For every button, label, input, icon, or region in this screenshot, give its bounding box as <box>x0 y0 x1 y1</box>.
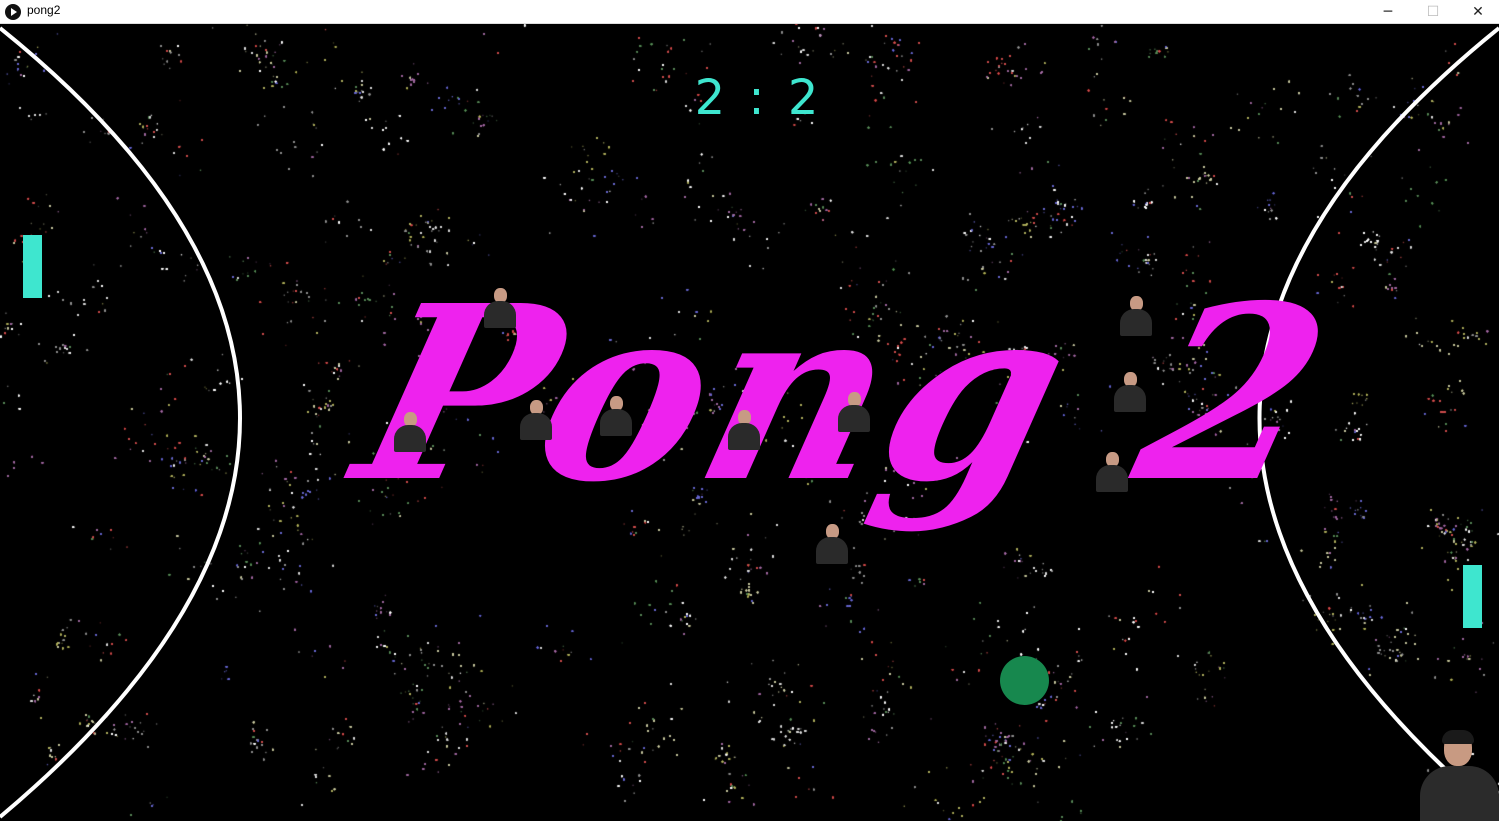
player-sprite <box>598 396 634 436</box>
window-titlebar: pong2 ─ ☐ ✕ <box>0 0 1499 24</box>
game-canvas[interactable]: 2 : 2 Pong 2 <box>0 24 1499 821</box>
window-title: pong2 <box>27 3 61 17</box>
minimize-button[interactable]: ─ <box>1365 0 1411 24</box>
webcam-player-overlay <box>1418 728 1499 821</box>
left-goal-arc <box>0 26 242 819</box>
player-sprite <box>482 288 518 328</box>
ball <box>1000 656 1049 705</box>
player-sprite <box>392 412 428 452</box>
app-play-icon <box>5 4 21 20</box>
player-sprite <box>726 410 762 450</box>
left-paddle[interactable] <box>23 235 42 298</box>
score-display: 2 : 2 <box>694 70 823 126</box>
player-sprite <box>518 400 554 440</box>
right-paddle[interactable] <box>1463 565 1482 628</box>
player-sprite <box>1118 296 1154 336</box>
maximize-button[interactable]: ☐ <box>1410 0 1456 24</box>
player-sprite <box>1112 372 1148 412</box>
player-sprite <box>836 392 872 432</box>
player-sprite <box>814 524 850 564</box>
close-button[interactable]: ✕ <box>1455 0 1499 24</box>
player-sprite <box>1094 452 1130 492</box>
